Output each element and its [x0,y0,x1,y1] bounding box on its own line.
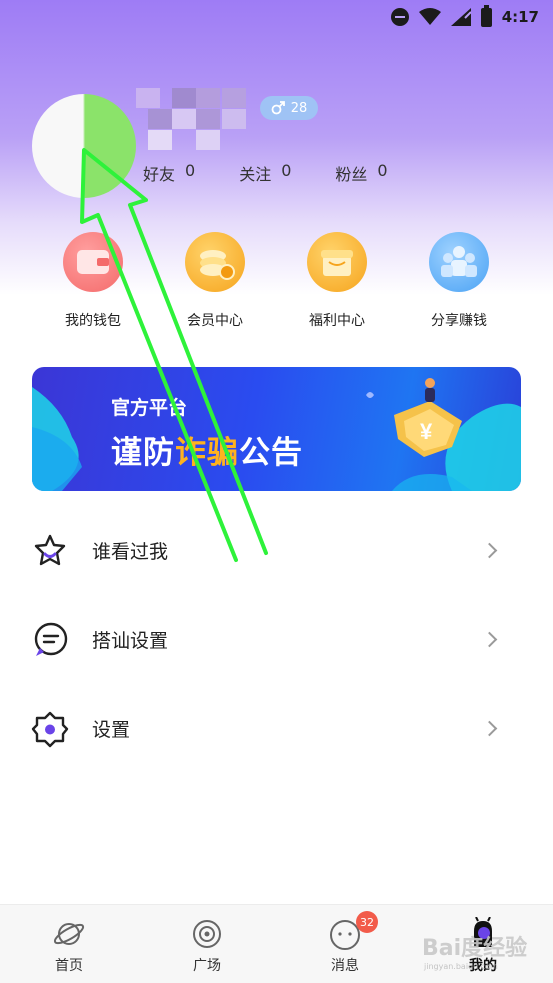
planet-icon [53,923,85,945]
status-bar: 4:17 [0,0,553,34]
tab-home[interactable]: 首页 [0,905,138,983]
profile-stats: 好友 0 关注 0 粉丝 0 [143,161,388,185]
gender-age-badge: 28 [260,96,318,120]
stat-value: 0 [281,161,292,180]
anti-fraud-banner[interactable]: ¥ 官方平台 谨防诈骗公告 [32,367,521,491]
menu-item-greeting-settings[interactable]: 搭讪设置 [0,595,553,684]
entry-wallet[interactable]: 我的钱包 [32,232,154,330]
entry-share-earn[interactable]: 分享赚钱 [398,232,520,330]
username-blurred [136,88,248,150]
stat-value: 0 [377,161,388,180]
stat-following[interactable]: 关注 0 [239,161,291,185]
quick-entries: 我的钱包 会员中心 福利中心 分享赚钱 [0,232,553,330]
menu-item-visitors[interactable]: 谁看过我 [0,506,553,595]
banner-headline-highlight: 诈骗 [175,435,239,471]
settings-menu: 谁看过我 搭讪设置 设置 [0,506,553,773]
chevron-right-icon [481,631,498,648]
coins-icon [185,232,245,292]
status-time: 4:17 [501,8,539,26]
entry-label: 会员中心 [187,313,243,329]
baidu-watermark-logo: Bai度经验 [422,936,528,961]
tab-messages[interactable]: 32 消息 [276,905,414,983]
wallet-icon [63,232,123,292]
menu-label: 设置 [92,719,131,741]
gift-icon [307,232,367,292]
banner-headline: 谨防诈骗公告 [111,427,303,472]
male-icon [271,101,285,115]
svg-text:¥: ¥ [420,419,433,444]
chevron-right-icon [481,720,498,737]
age-text: 28 [290,100,308,116]
entry-label: 我的钱包 [65,313,121,329]
stat-label: 好友 [143,165,176,184]
stat-friends[interactable]: 好友 0 [143,161,195,185]
gear-icon [31,711,69,747]
chat-bubble-icon [34,622,68,656]
do-not-disturb-icon [390,8,409,26]
unread-badge: 32 [356,911,378,933]
entry-welfare-center[interactable]: 福利中心 [276,232,398,330]
banner-headline-part1: 谨防 [111,435,175,471]
target-icon [193,920,221,948]
tab-label: 广场 [193,958,221,974]
banner-small-text: 官方平台 [111,397,188,419]
stat-value: 0 [185,161,196,180]
people-icon [429,232,489,292]
star-icon [34,534,66,565]
battery-icon [480,4,492,27]
baidu-watermark-url: jingyan.baidu.com [424,962,498,971]
signal-icon [450,8,471,26]
chevron-right-icon [481,542,498,559]
wifi-icon [418,8,441,25]
stat-label: 粉丝 [335,165,368,184]
tab-label: 消息 [331,958,359,974]
tab-square[interactable]: 广场 [138,905,276,983]
menu-label: 谁看过我 [92,541,169,563]
entry-label: 福利中心 [309,313,365,329]
banner-headline-part2: 公告 [239,435,303,471]
stat-fans[interactable]: 粉丝 0 [335,161,387,185]
tab-label: 首页 [55,958,83,974]
menu-item-settings[interactable]: 设置 [0,684,553,773]
entry-vip-center[interactable]: 会员中心 [154,232,276,330]
avatar[interactable] [32,94,136,198]
entry-label: 分享赚钱 [431,313,487,329]
menu-label: 搭讪设置 [92,630,169,652]
stat-label: 关注 [239,165,272,184]
